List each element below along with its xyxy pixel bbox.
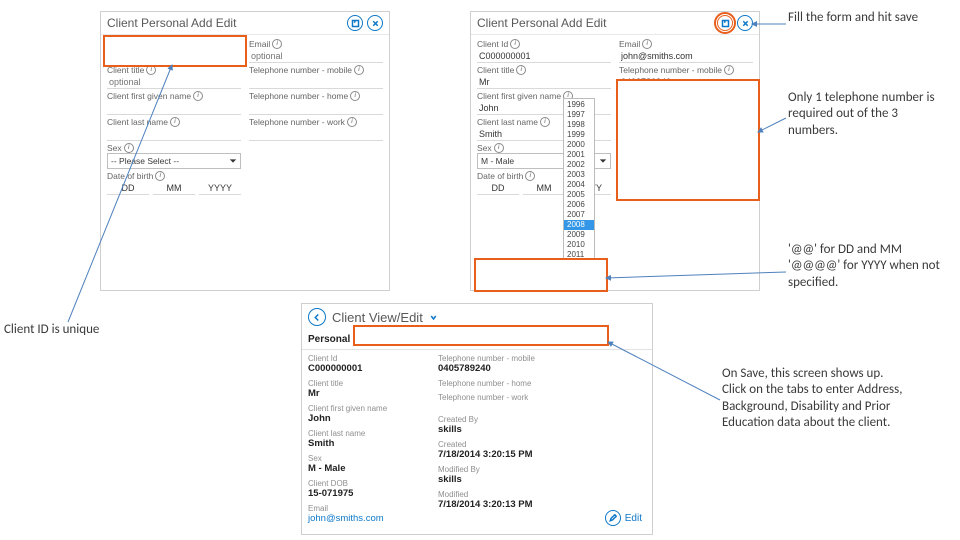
year-option[interactable]: 2005 — [564, 190, 594, 200]
info-icon: i — [354, 65, 364, 75]
text-input[interactable] — [619, 49, 753, 63]
view-field: Client titleMr — [308, 379, 418, 399]
form-field: Client titlei — [477, 65, 611, 89]
dob-dd[interactable] — [477, 181, 519, 195]
view-field: Emailjohn@smiths.com — [308, 504, 418, 524]
panel-title: Client View/Edit — [332, 310, 423, 325]
form-field: Client first given namei — [107, 91, 241, 115]
text-input[interactable] — [249, 101, 383, 115]
panel-title: Client Personal Add Edit — [477, 16, 606, 30]
year-option[interactable]: 2010 — [564, 240, 594, 250]
info-icon: i — [193, 91, 203, 101]
year-option[interactable]: 2001 — [564, 150, 594, 160]
year-option[interactable]: 2006 — [564, 200, 594, 210]
info-icon: i — [155, 171, 165, 181]
info-icon: i — [525, 171, 535, 181]
save-button[interactable] — [347, 15, 363, 31]
note-onsave: On Save, this screen shows up.Click on t… — [722, 366, 932, 431]
form-field: Emaili — [619, 39, 753, 63]
year-option[interactable]: 2003 — [564, 170, 594, 180]
dob-mm[interactable] — [153, 181, 195, 195]
form-field: Emaili — [249, 39, 383, 63]
year-option[interactable]: 1998 — [564, 120, 594, 130]
year-dropdown-list[interactable]: 1996199719981999200020012002200320042005… — [563, 98, 595, 262]
view-field: Client last nameSmith — [308, 429, 418, 449]
info-icon: i — [124, 143, 134, 153]
view-field: Created Byskills — [438, 415, 646, 435]
view-field: SexM - Male — [308, 454, 418, 474]
year-option[interactable]: 2008 — [564, 220, 594, 230]
form-field: Telephone number - homei — [249, 91, 383, 115]
edit-button[interactable]: Edit — [599, 506, 648, 530]
form-field: Client Idi — [477, 39, 611, 63]
info-icon: i — [494, 143, 504, 153]
info-icon: i — [516, 65, 526, 75]
info-icon: i — [510, 39, 520, 49]
form-field: Telephone number - worki — [249, 117, 383, 141]
text-input[interactable] — [107, 101, 241, 115]
close-button[interactable] — [367, 15, 383, 31]
text-input[interactable] — [249, 75, 383, 89]
form-field: Client titlei — [107, 65, 241, 89]
year-option[interactable]: 2007 — [564, 210, 594, 220]
year-option[interactable]: 2002 — [564, 160, 594, 170]
form-field: Client last namei — [107, 117, 241, 141]
dob-yyyy[interactable] — [199, 181, 241, 195]
note-phones: Only 1 telephone number is required out … — [788, 90, 948, 139]
text-input[interactable] — [249, 49, 383, 63]
note-client-id: Client ID is unique — [4, 322, 144, 338]
view-field: Modified Byskills — [438, 465, 646, 485]
year-option[interactable]: 2000 — [564, 140, 594, 150]
form-field: Telephone number - mobilei — [249, 65, 383, 89]
text-input[interactable] — [477, 75, 611, 89]
info-icon: i — [347, 117, 357, 127]
view-field: Telephone number - home — [438, 379, 646, 388]
view-field: Telephone number - mobile0405789240 — [438, 354, 646, 374]
panel-title: Client Personal Add Edit — [107, 16, 236, 30]
year-option[interactable]: 2004 — [564, 180, 594, 190]
info-icon: i — [170, 117, 180, 127]
view-field: Telephone number - work — [438, 393, 646, 402]
info-icon: i — [350, 91, 360, 101]
edit-icon — [605, 510, 621, 526]
sex-select[interactable]: -- Please Select -- — [107, 153, 241, 169]
info-icon: i — [642, 39, 652, 49]
info-icon: i — [724, 65, 734, 75]
info-icon: i — [272, 39, 282, 49]
tab-personal[interactable]: Personal — [308, 334, 350, 345]
view-field: Created7/18/2014 3:20:15 PM — [438, 440, 646, 460]
close-button[interactable] — [737, 15, 753, 31]
text-input[interactable] — [477, 49, 611, 63]
info-icon: i — [540, 117, 550, 127]
dob-mm[interactable] — [523, 181, 565, 195]
save-button[interactable] — [717, 15, 733, 31]
view-field: Client DOB15-071975 — [308, 479, 418, 499]
text-input[interactable] — [249, 127, 383, 141]
note-dob: '@@' for DD and MM '@@@@' for YYYY when … — [788, 242, 948, 291]
year-option[interactable]: 1999 — [564, 130, 594, 140]
back-button[interactable] — [308, 308, 326, 326]
chevron-down-icon[interactable] — [429, 313, 438, 322]
note-save: Fill the form and hit save — [788, 10, 938, 26]
year-option[interactable]: 1996 — [564, 100, 594, 110]
year-option[interactable]: 1997 — [564, 110, 594, 120]
year-option[interactable]: 2009 — [564, 230, 594, 240]
text-input[interactable] — [107, 75, 241, 89]
dob-dd[interactable] — [107, 181, 149, 195]
view-field: Client IdC000000001 — [308, 354, 418, 374]
text-input[interactable] — [107, 127, 241, 141]
view-field: Client first given nameJohn — [308, 404, 418, 424]
